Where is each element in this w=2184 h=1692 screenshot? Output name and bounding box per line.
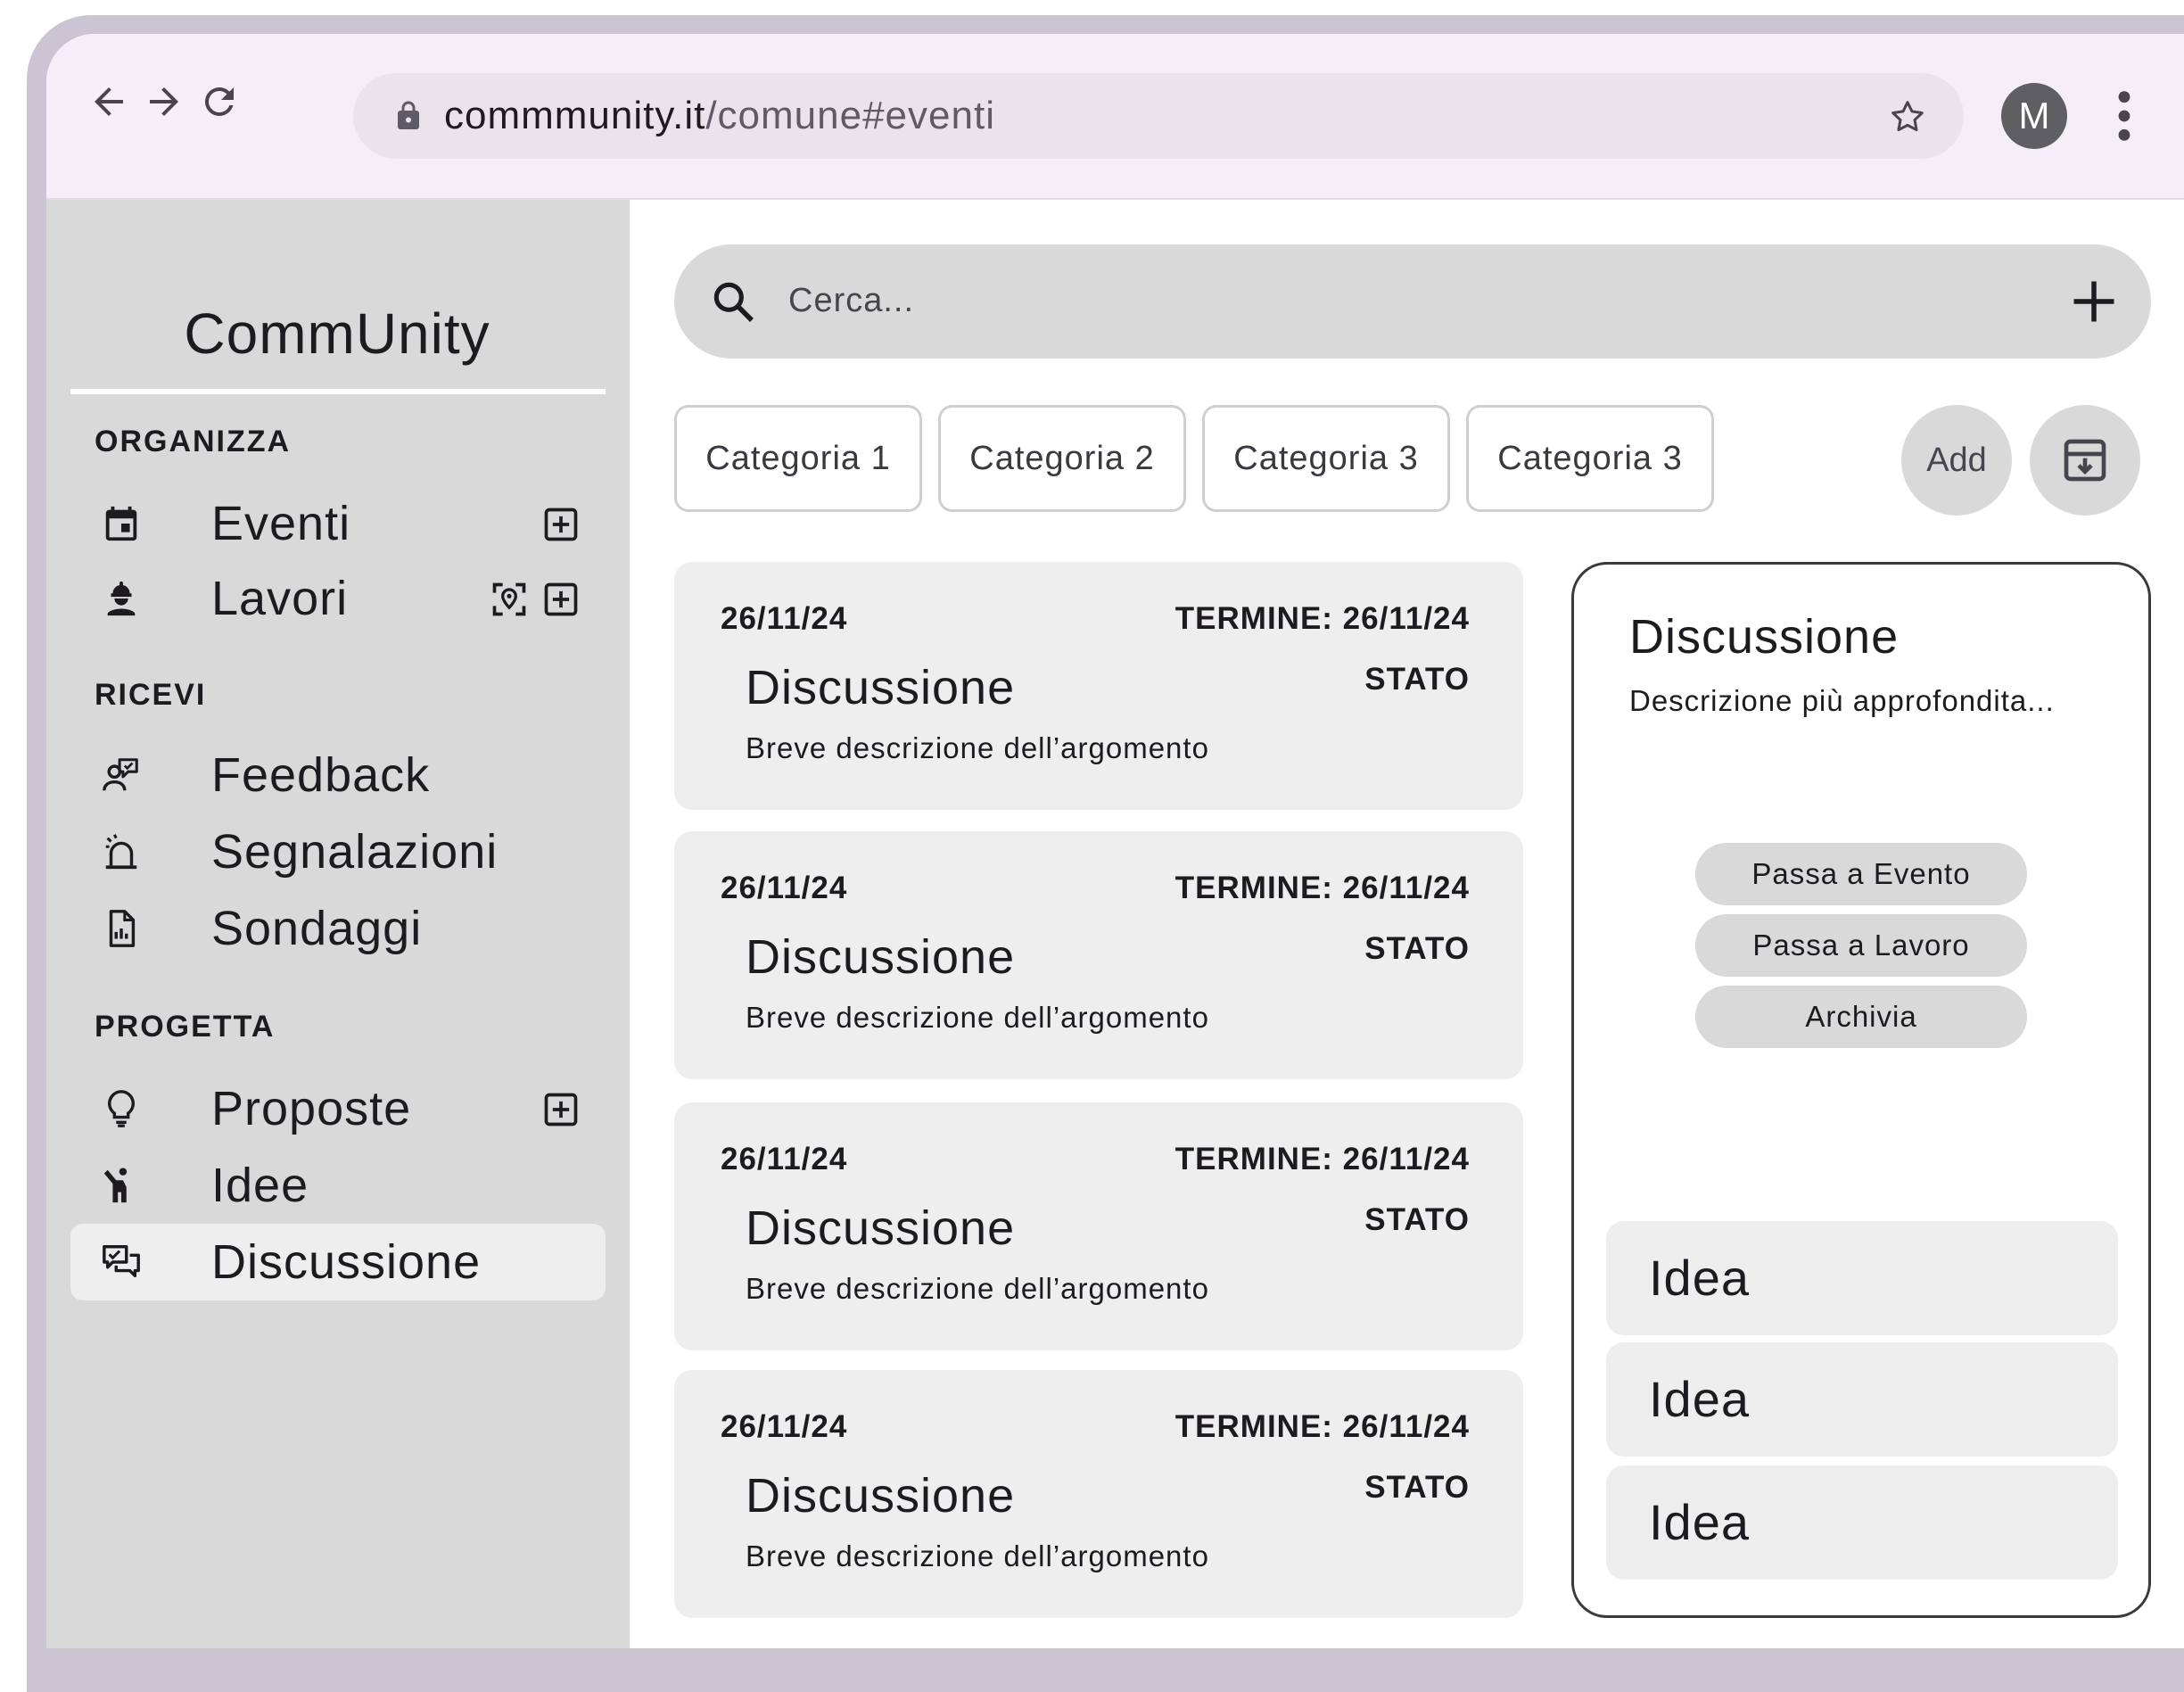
category-chip-2[interactable]: Categoria 2 bbox=[938, 405, 1186, 512]
category-chip-1[interactable]: Categoria 1 bbox=[674, 405, 922, 512]
idea-item[interactable]: Idea bbox=[1606, 1221, 2118, 1335]
card-status: STATO bbox=[1364, 1202, 1470, 1237]
idea-label: Idea bbox=[1649, 1371, 1750, 1427]
sidebar-item-sondaggi[interactable]: Sondaggi bbox=[70, 890, 606, 967]
card-date: 26/11/24 bbox=[721, 601, 848, 636]
feedback-icon bbox=[103, 758, 138, 791]
idea-item[interactable]: Idea bbox=[1606, 1342, 2118, 1457]
card-description: Breve descrizione dell’argomento bbox=[746, 1001, 1209, 1034]
url-host: commmunity.it bbox=[444, 94, 706, 137]
person-raised-hand-icon bbox=[103, 1168, 128, 1203]
survey-chart-icon bbox=[109, 910, 136, 947]
card-description: Breve descrizione dell’argomento bbox=[746, 731, 1209, 764]
archive-button[interactable] bbox=[2030, 405, 2140, 516]
card-date: 26/11/24 bbox=[721, 1142, 848, 1176]
move-to-event-button[interactable]: Passa a Evento bbox=[1695, 843, 2027, 905]
card-description: Breve descrizione dell’argomento bbox=[746, 1272, 1209, 1305]
alarm-icon bbox=[105, 834, 137, 870]
idea-label: Idea bbox=[1649, 1494, 1750, 1550]
browser-window: commmunity.it/comune#eventi M CommUnity … bbox=[46, 34, 2184, 1648]
card-termine: TERMINE: 26/11/24 bbox=[1174, 1142, 1470, 1176]
sidebar-item-label: Eventi bbox=[211, 497, 351, 550]
url-text[interactable]: commmunity.it/comune#eventi bbox=[444, 93, 995, 139]
sidebar-item-label: Discussione bbox=[211, 1235, 482, 1289]
url-path: /comune#eventi bbox=[705, 94, 995, 137]
sidebar-item-segnalazioni[interactable]: Segnalazioni bbox=[70, 813, 606, 890]
card-date: 26/11/24 bbox=[721, 1409, 848, 1444]
forward-arrow-icon[interactable] bbox=[143, 80, 185, 123]
address-bar[interactable]: commmunity.it/comune#eventi bbox=[353, 73, 1964, 159]
section-label-progetta: PROGETTA bbox=[95, 1010, 276, 1044]
card-status: STATO bbox=[1364, 662, 1470, 697]
brand-divider bbox=[70, 389, 606, 394]
sidebar-item-label: Feedback bbox=[211, 748, 431, 802]
discussion-card[interactable]: 26/11/24 TERMINE: 26/11/24 Discussione S… bbox=[674, 1102, 1523, 1350]
detail-title: Discussione bbox=[1629, 610, 1900, 664]
add-box-icon[interactable] bbox=[541, 505, 581, 544]
card-title: Discussione bbox=[746, 1469, 1016, 1523]
card-description: Breve descrizione dell’argomento bbox=[746, 1539, 1209, 1572]
idea-label: Idea bbox=[1649, 1250, 1750, 1306]
calendar-event-icon bbox=[105, 506, 137, 541]
detail-panel: Discussione Descrizione più approfondita… bbox=[1571, 562, 2151, 1618]
sidebar-item-proposte[interactable]: Proposte bbox=[70, 1070, 606, 1147]
search-icon bbox=[713, 282, 754, 322]
sidebar-item-label: Lavori bbox=[211, 572, 349, 625]
section-label-ricevi: RICEVI bbox=[95, 678, 207, 712]
lightbulb-icon bbox=[108, 1090, 135, 1127]
chat-icon bbox=[103, 1245, 140, 1278]
add-box-icon[interactable] bbox=[541, 1090, 581, 1129]
sidebar-item-lavori[interactable]: Lavori bbox=[70, 560, 606, 637]
discussion-card[interactable]: 26/11/24 TERMINE: 26/11/24 Discussione S… bbox=[674, 831, 1523, 1079]
back-arrow-icon[interactable] bbox=[87, 80, 130, 123]
discussion-card[interactable]: 26/11/24 TERMINE: 26/11/24 Discussione S… bbox=[674, 1370, 1523, 1618]
idea-item[interactable]: Idea bbox=[1606, 1465, 2118, 1580]
sidebar-item-feedback[interactable]: Feedback bbox=[70, 737, 606, 813]
sidebar-item-idee[interactable]: Idee bbox=[70, 1147, 606, 1224]
search-bar[interactable]: Cerca... bbox=[674, 244, 2151, 359]
plus-icon[interactable] bbox=[2067, 275, 2121, 328]
card-title: Discussione bbox=[746, 930, 1016, 984]
add-button[interactable]: Add bbox=[1901, 405, 2012, 516]
lock-icon bbox=[398, 101, 419, 129]
sidebar: CommUnity ORGANIZZA Eventi Lavori RICEVI… bbox=[46, 200, 630, 1648]
card-termine: TERMINE: 26/11/24 bbox=[1174, 871, 1470, 905]
archive-download-icon bbox=[2064, 439, 2106, 482]
card-termine: TERMINE: 26/11/24 bbox=[1174, 1409, 1470, 1444]
profile-avatar[interactable]: M bbox=[2001, 83, 2067, 149]
discussion-card[interactable]: 26/11/24 TERMINE: 26/11/24 Discussione S… bbox=[674, 562, 1523, 810]
worker-icon bbox=[107, 581, 136, 616]
bookmark-star-icon[interactable] bbox=[1887, 96, 1928, 137]
sidebar-item-eventi[interactable]: Eventi bbox=[70, 485, 606, 562]
card-date: 26/11/24 bbox=[721, 871, 848, 905]
move-to-work-button[interactable]: Passa a Lavoro bbox=[1695, 914, 2027, 977]
search-input[interactable]: Cerca... bbox=[788, 280, 914, 321]
app-brand: CommUnity bbox=[184, 301, 490, 366]
add-box-icon[interactable] bbox=[541, 580, 581, 619]
archive-action-button[interactable]: Archivia bbox=[1695, 986, 2027, 1048]
card-termine: TERMINE: 26/11/24 bbox=[1174, 601, 1470, 636]
sidebar-item-label: Segnalazioni bbox=[211, 825, 499, 879]
sidebar-item-discussione[interactable]: Discussione bbox=[70, 1224, 606, 1300]
card-status: STATO bbox=[1364, 931, 1470, 966]
sidebar-item-label: Idee bbox=[211, 1159, 309, 1212]
category-chip-4[interactable]: Categoria 3 bbox=[1466, 405, 1714, 512]
more-vert-icon[interactable] bbox=[2114, 87, 2135, 144]
detail-description: Descrizione più approfondita... bbox=[1629, 684, 2055, 717]
card-title: Discussione bbox=[746, 1201, 1016, 1255]
sidebar-item-label: Sondaggi bbox=[211, 902, 423, 955]
browser-toolbar: commmunity.it/comune#eventi M bbox=[46, 34, 2184, 200]
location-scan-icon[interactable] bbox=[490, 580, 529, 619]
section-label-organizza: ORGANIZZA bbox=[95, 425, 292, 458]
card-status: STATO bbox=[1364, 1470, 1470, 1505]
category-chip-3[interactable]: Categoria 3 bbox=[1202, 405, 1450, 512]
card-title: Discussione bbox=[746, 661, 1016, 714]
reload-icon[interactable] bbox=[198, 80, 241, 123]
sidebar-item-label: Proposte bbox=[211, 1082, 412, 1135]
